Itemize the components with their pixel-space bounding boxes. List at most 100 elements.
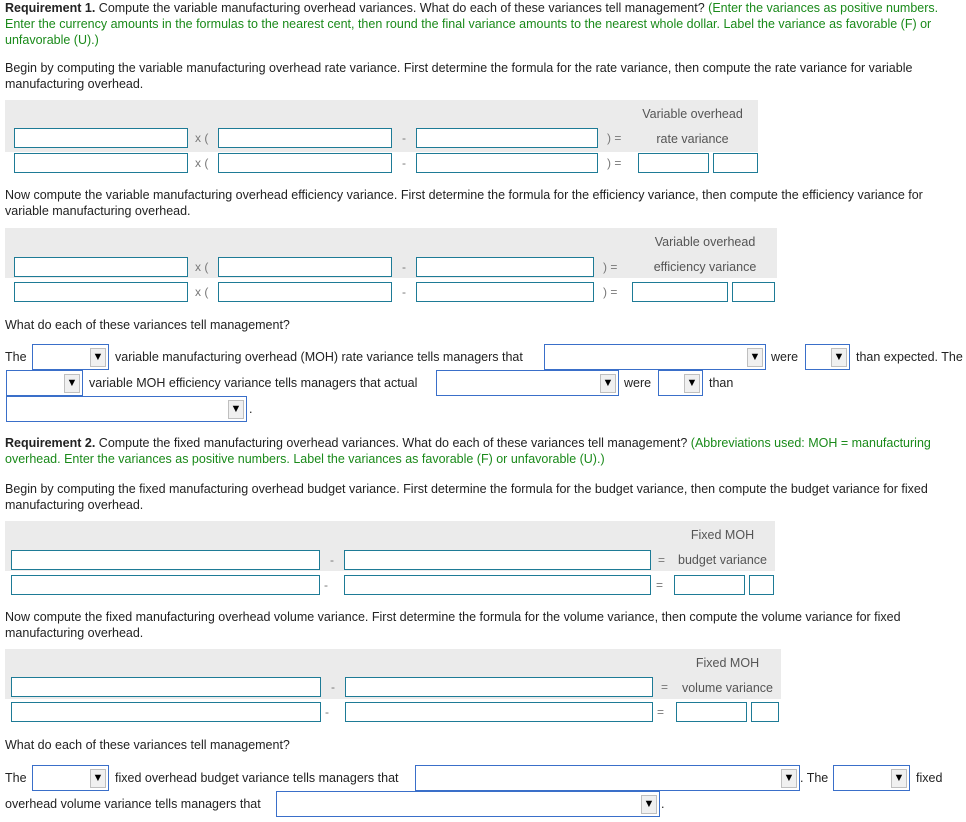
- budget-formula-input-2[interactable]: [344, 550, 651, 570]
- req2-question: What do each of these variances tell man…: [5, 738, 290, 752]
- minus-sign: -: [325, 705, 329, 719]
- times-paren: x (: [195, 285, 209, 299]
- sentence-text: fixed: [916, 771, 943, 785]
- dropdown-arrow-icon: ▼: [90, 348, 106, 367]
- equals-sign: =: [656, 578, 664, 592]
- efficiency-variance-amount-input[interactable]: [632, 282, 728, 302]
- minus-sign: -: [324, 578, 328, 592]
- rate-formula-input-3[interactable]: [416, 128, 598, 148]
- budget-variance-intro: Begin by computing the fixed manufacturi…: [5, 482, 928, 512]
- sentence-text: . The: [800, 771, 829, 785]
- requirement-1-text: Requirement 1. Compute the variable manu…: [5, 1, 939, 47]
- dropdown-arrow-icon: ▼: [831, 348, 847, 367]
- sentence-text: .: [661, 797, 665, 811]
- sentence-text: variable manufacturing overhead (MOH) ra…: [115, 350, 523, 364]
- equals-sign: =: [661, 680, 669, 694]
- minus-sign: -: [402, 285, 406, 299]
- dropdown-arrow-icon: ▼: [781, 769, 797, 788]
- rate-formula-input-2[interactable]: [218, 128, 392, 148]
- volume-variance-favorable-dropdown[interactable]: ▼: [833, 765, 910, 791]
- rate-variance-direction-dropdown[interactable]: ▼: [805, 344, 850, 370]
- volume-header-line2: volume variance: [681, 681, 773, 695]
- close-eq: ) =: [607, 156, 622, 170]
- close-eq: ) =: [607, 131, 622, 145]
- requirement-2-label: Requirement 2.: [5, 436, 96, 450]
- volume-variance-amount-input[interactable]: [676, 702, 747, 722]
- budget-variance-meaning-dropdown[interactable]: ▼: [415, 765, 800, 791]
- minus-sign: -: [331, 680, 335, 694]
- dropdown-arrow-icon: ▼: [228, 400, 244, 419]
- budget-variance-amount-input[interactable]: [674, 575, 745, 595]
- rate-variance-intro: Begin by computing the variable manufact…: [5, 61, 913, 91]
- close-eq: ) =: [603, 260, 618, 274]
- volume-value-input-2[interactable]: [345, 702, 653, 722]
- volume-formula-input-2[interactable]: [345, 677, 653, 697]
- dropdown-arrow-icon: ▼: [64, 374, 80, 393]
- volume-formula-input-1[interactable]: [11, 677, 321, 697]
- efficiency-formula-input-3[interactable]: [416, 257, 594, 277]
- req1-question: What do each of these variances tell man…: [5, 318, 290, 332]
- times-paren: x (: [195, 131, 209, 145]
- minus-sign: -: [402, 156, 406, 170]
- rate-value-input-1[interactable]: [14, 153, 188, 173]
- budget-header-line2: budget variance: [678, 553, 767, 567]
- efficiency-header-line1: Variable overhead: [654, 235, 756, 249]
- dropdown-arrow-icon: ▼: [600, 374, 616, 393]
- dropdown-arrow-icon: ▼: [891, 769, 907, 788]
- requirement-2-text: Requirement 2. Compute the fixed manufac…: [5, 436, 931, 466]
- budget-variance-fu-input[interactable]: [749, 575, 774, 595]
- sentence-text: variable MOH efficiency variance tells m…: [89, 376, 418, 390]
- rate-variance-favorable-dropdown[interactable]: ▼: [32, 344, 109, 370]
- rate-header-line1: Variable overhead: [642, 107, 743, 121]
- rate-value-input-3[interactable]: [416, 153, 598, 173]
- minus-sign: -: [402, 131, 406, 145]
- efficiency-variance-intro: Now compute the variable manufacturing o…: [5, 188, 923, 218]
- volume-value-input-1[interactable]: [11, 702, 321, 722]
- efficiency-variance-meaning-dropdown[interactable]: ▼: [436, 370, 619, 396]
- rate-formula-input-1[interactable]: [14, 128, 188, 148]
- budget-header-line1: Fixed MOH: [690, 528, 755, 542]
- equals-sign: =: [658, 553, 666, 567]
- rate-header-line2: rate variance: [656, 132, 729, 146]
- sentence-text: than: [709, 376, 734, 390]
- volume-header-line1: Fixed MOH: [695, 656, 760, 670]
- sentence-text: than expected. The: [856, 350, 963, 364]
- efficiency-variance-direction-dropdown[interactable]: ▼: [658, 370, 703, 396]
- dropdown-arrow-icon: ▼: [641, 795, 657, 814]
- efficiency-variance-comparison-dropdown[interactable]: ▼: [6, 396, 247, 422]
- sentence-text: The: [5, 771, 27, 785]
- rate-value-input-2[interactable]: [218, 153, 392, 173]
- times-paren: x (: [195, 156, 209, 170]
- rate-variance-amount-input[interactable]: [638, 153, 709, 173]
- sentence-text: .: [249, 402, 253, 416]
- efficiency-value-input-1[interactable]: [14, 282, 188, 302]
- volume-variance-fu-input[interactable]: [751, 702, 779, 722]
- sentence-text: overhead volume variance tells managers …: [5, 797, 261, 811]
- sentence-text: were: [624, 376, 652, 390]
- efficiency-value-input-3[interactable]: [416, 282, 594, 302]
- budget-variance-favorable-dropdown[interactable]: ▼: [32, 765, 109, 791]
- efficiency-variance-favorable-dropdown[interactable]: ▼: [6, 370, 83, 396]
- efficiency-variance-fu-input[interactable]: [732, 282, 775, 302]
- times-paren: x (: [195, 260, 209, 274]
- dropdown-arrow-icon: ▼: [90, 769, 106, 788]
- equals-sign: =: [657, 705, 665, 719]
- budget-value-input-2[interactable]: [344, 575, 651, 595]
- dropdown-arrow-icon: ▼: [747, 348, 763, 367]
- efficiency-formula-input-2[interactable]: [218, 257, 392, 277]
- dropdown-arrow-icon: ▼: [684, 374, 700, 393]
- rate-variance-meaning-dropdown[interactable]: ▼: [544, 344, 766, 370]
- volume-variance-intro: Now compute the fixed manufacturing over…: [5, 610, 901, 640]
- efficiency-header-line2: efficiency variance: [653, 260, 757, 274]
- minus-sign: -: [330, 553, 334, 567]
- efficiency-value-input-2[interactable]: [218, 282, 392, 302]
- budget-formula-input-1[interactable]: [11, 550, 320, 570]
- efficiency-formula-input-1[interactable]: [14, 257, 188, 277]
- rate-variance-fu-input[interactable]: [713, 153, 758, 173]
- sentence-text: The: [5, 350, 27, 364]
- budget-value-input-1[interactable]: [11, 575, 320, 595]
- close-eq: ) =: [603, 285, 618, 299]
- requirement-1-label: Requirement 1.: [5, 1, 96, 15]
- sentence-text: fixed overhead budget variance tells man…: [115, 771, 399, 785]
- volume-variance-meaning-dropdown[interactable]: ▼: [276, 791, 660, 817]
